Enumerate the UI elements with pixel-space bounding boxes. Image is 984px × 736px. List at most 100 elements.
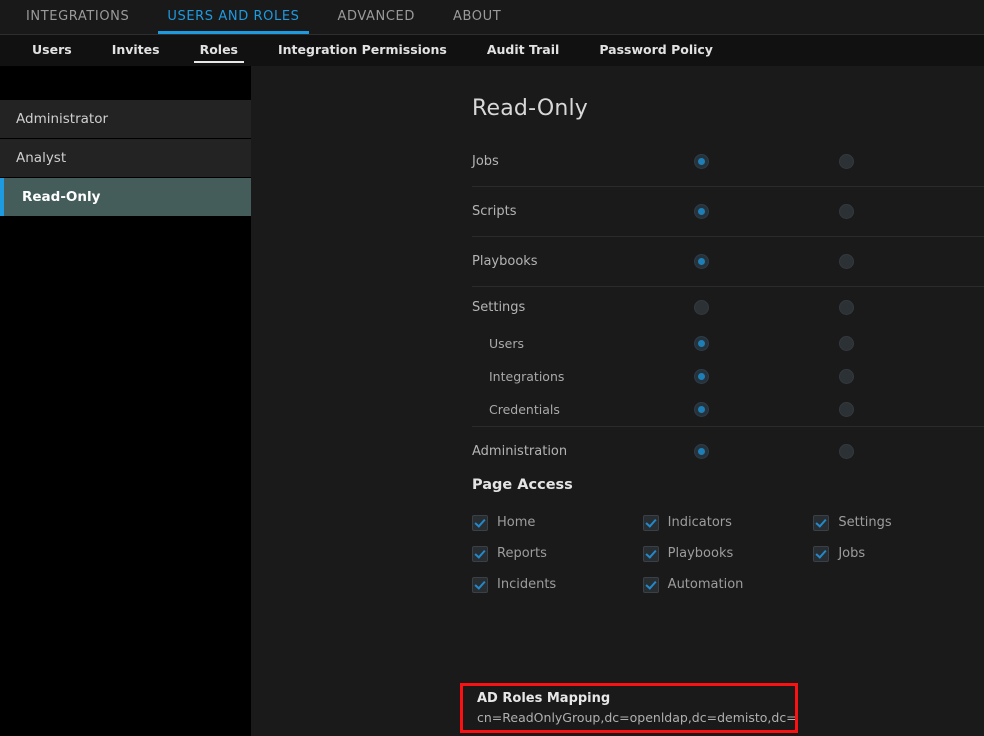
content-area: AdministratorAnalystRead-Only Read-Only … [0, 66, 984, 736]
permission-row: Credentials [472, 393, 984, 427]
checkbox-playbooks[interactable] [643, 546, 659, 562]
permission-write-cell [839, 336, 984, 351]
permission-write-cell [839, 154, 984, 169]
radio-write-settings[interactable] [839, 300, 854, 315]
sub-tab-password-policy[interactable]: Password Policy [599, 35, 713, 66]
radio-write-administration[interactable] [839, 444, 854, 459]
roles-list: AdministratorAnalystRead-Only [0, 100, 251, 217]
permission-read-cell [694, 300, 839, 315]
permission-row: Playbooks [472, 237, 984, 287]
top-tab-users-and-roles[interactable]: USERS AND ROLES [167, 0, 299, 34]
page-access-section: Page Access Home Reports Incidents Indicato… [472, 477, 984, 600]
checkbox-automation[interactable] [643, 577, 659, 593]
secondary-tab-bar: Users Invites Roles Integration Permissions… [0, 35, 984, 66]
permission-read-cell [694, 254, 839, 269]
sidebar-item-administrator[interactable]: Administrator [0, 100, 251, 139]
page-access-item-home[interactable]: Home [472, 507, 643, 538]
permission-label-users: Users [472, 336, 599, 351]
permission-write-cell [839, 369, 984, 384]
top-tab-integrations[interactable]: INTEGRATIONS [26, 0, 129, 34]
checkbox-indicators[interactable] [643, 515, 659, 531]
sub-tab-audit-trail[interactable]: Audit Trail [487, 35, 559, 66]
page-access-item-indicators[interactable]: Indicators [643, 507, 814, 538]
secondary-tab-list: Users Invites Roles Integration Permissions… [0, 35, 984, 66]
page-access-label: Playbooks [668, 546, 734, 561]
permission-label-scripts: Scripts [472, 204, 599, 219]
page-access-column: Home Reports Incidents [472, 507, 643, 600]
permission-read-cell [694, 402, 839, 417]
ad-roles-mapping-title: AD Roles Mapping [477, 689, 795, 708]
page-access-column: Settings Jobs [813, 507, 984, 600]
permission-read-cell [694, 154, 839, 169]
radio-write-users[interactable] [839, 336, 854, 351]
page-access-grid: Home Reports Incidents Indicators Playbooks A… [472, 507, 984, 600]
checkbox-home[interactable] [472, 515, 488, 531]
page-title: Read-Only [472, 96, 588, 121]
role-detail-pane: Read-Only Jobs Scripts Playbooks Settings Us… [251, 66, 984, 736]
page-access-item-jobs[interactable]: Jobs [813, 538, 984, 569]
checkbox-reports[interactable] [472, 546, 488, 562]
page-access-title: Page Access [472, 477, 984, 493]
permission-row: Integrations [472, 360, 984, 393]
radio-read-playbooks[interactable] [694, 254, 709, 269]
radio-read-settings[interactable] [694, 300, 709, 315]
page-access-label: Settings [838, 515, 891, 530]
sub-tab-integration-permissions[interactable]: Integration Permissions [278, 35, 447, 66]
radio-read-jobs[interactable] [694, 154, 709, 169]
sidebar-item-read-only[interactable]: Read-Only [0, 178, 251, 217]
page-access-column: Indicators Playbooks Automation [643, 507, 814, 600]
permission-label-jobs: Jobs [472, 154, 599, 169]
page-access-item-incidents[interactable]: Incidents [472, 569, 643, 600]
permission-read-cell [694, 369, 839, 384]
top-tab-advanced[interactable]: ADVANCED [338, 0, 415, 34]
permission-label-playbooks: Playbooks [472, 254, 599, 269]
page-access-label: Indicators [668, 515, 732, 530]
checkbox-settings[interactable] [813, 515, 829, 531]
primary-tab-bar: INTEGRATIONS USERS AND ROLES ADVANCED ABOUT [0, 0, 984, 35]
permission-read-cell [694, 444, 839, 459]
sub-tab-invites[interactable]: Invites [112, 35, 160, 66]
page-access-item-reports[interactable]: Reports [472, 538, 643, 569]
permission-write-cell [839, 300, 984, 315]
permission-label-settings: Settings [472, 300, 599, 315]
page-access-item-playbooks[interactable]: Playbooks [643, 538, 814, 569]
permission-read-cell [694, 336, 839, 351]
page-access-label: Jobs [838, 546, 865, 561]
permission-label-administration: Administration [472, 444, 599, 459]
sub-tab-users[interactable]: Users [32, 35, 72, 66]
sidebar-item-analyst[interactable]: Analyst [0, 139, 251, 178]
radio-read-scripts[interactable] [694, 204, 709, 219]
sub-tab-roles[interactable]: Roles [200, 35, 238, 66]
page-access-label: Incidents [497, 577, 556, 592]
permission-row: Jobs [472, 137, 984, 187]
radio-read-integrations[interactable] [694, 369, 709, 384]
checkbox-incidents[interactable] [472, 577, 488, 593]
permission-write-cell [839, 444, 984, 459]
radio-write-playbooks[interactable] [839, 254, 854, 269]
radio-read-users[interactable] [694, 336, 709, 351]
permission-row: Users [472, 327, 984, 360]
radio-write-scripts[interactable] [839, 204, 854, 219]
radio-write-integrations[interactable] [839, 369, 854, 384]
ad-roles-mapping-value[interactable]: cn=ReadOnlyGroup,dc=openldap,dc=demisto,… [477, 708, 795, 727]
roles-sidebar: AdministratorAnalystRead-Only [0, 66, 251, 736]
ad-roles-mapping-box: AD Roles Mapping cn=ReadOnlyGroup,dc=ope… [460, 683, 798, 733]
permissions-table: Jobs Scripts Playbooks Settings Users Integra… [472, 137, 984, 476]
permission-label-credentials: Credentials [472, 402, 599, 417]
radio-read-administration[interactable] [694, 444, 709, 459]
checkbox-jobs[interactable] [813, 546, 829, 562]
page-access-label: Automation [668, 577, 744, 592]
permission-row: Scripts [472, 187, 984, 237]
page-access-item-automation[interactable]: Automation [643, 569, 814, 600]
primary-tab-list: INTEGRATIONS USERS AND ROLES ADVANCED ABOUT [0, 0, 984, 34]
permission-read-cell [694, 204, 839, 219]
radio-write-jobs[interactable] [839, 154, 854, 169]
permission-write-cell [839, 204, 984, 219]
radio-write-credentials[interactable] [839, 402, 854, 417]
permission-write-cell [839, 402, 984, 417]
page-access-item-settings[interactable]: Settings [813, 507, 984, 538]
page-access-label: Home [497, 515, 535, 530]
radio-read-credentials[interactable] [694, 402, 709, 417]
permission-row: Settings [472, 287, 984, 327]
top-tab-about[interactable]: ABOUT [453, 0, 501, 34]
